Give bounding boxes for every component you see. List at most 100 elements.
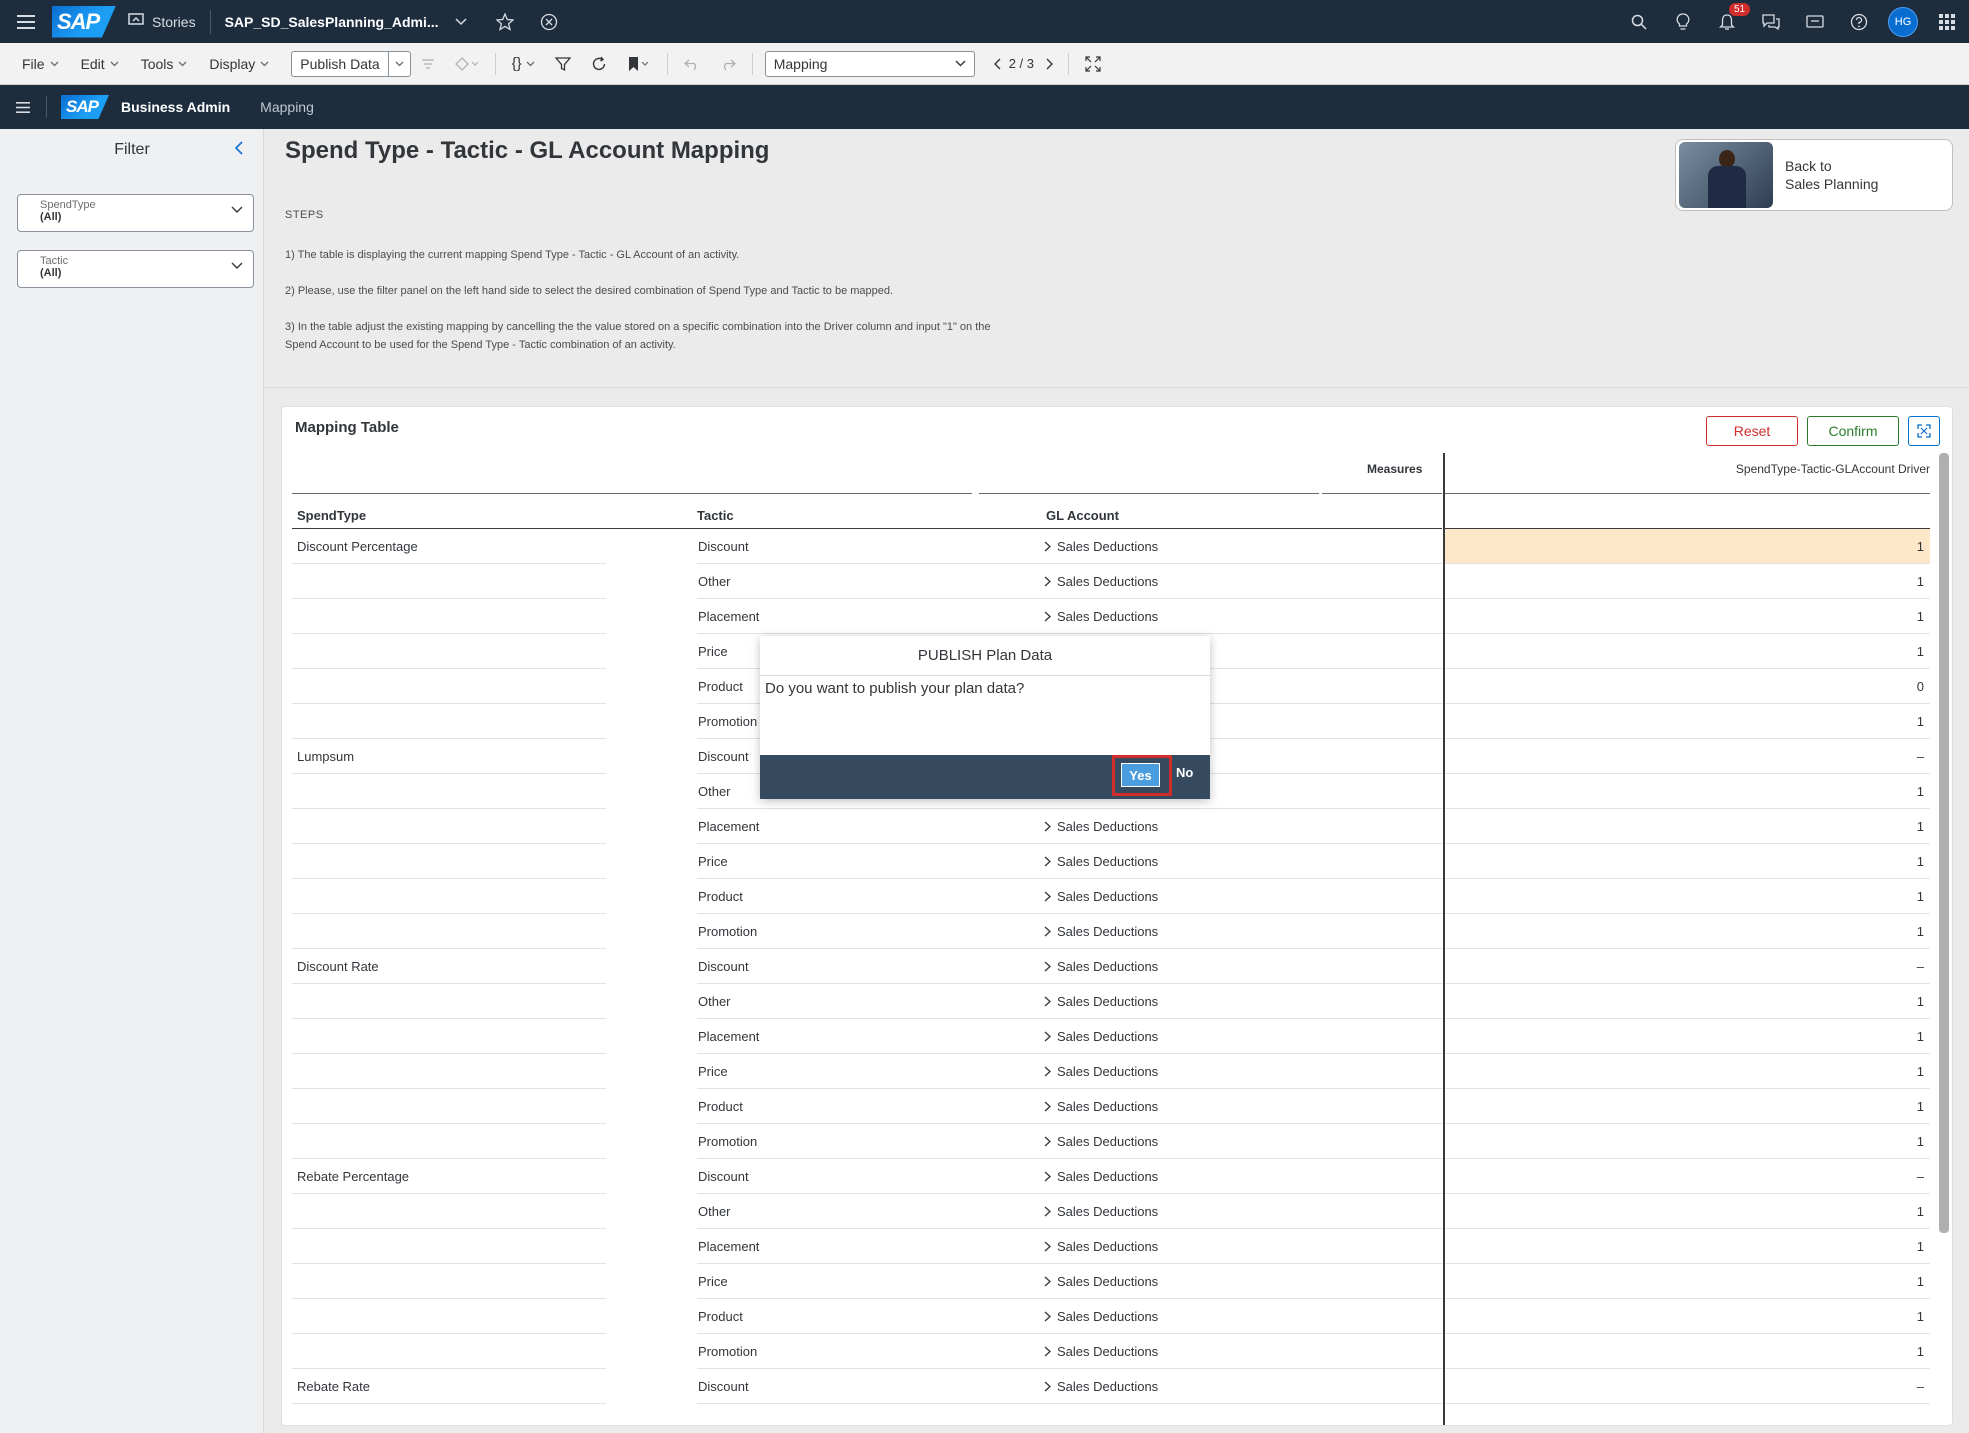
stories-link[interactable]: Stories: [128, 13, 196, 30]
gl-account-cell[interactable]: Sales Deductions: [1044, 1274, 1158, 1289]
favorite-star-icon[interactable]: [483, 0, 527, 43]
chevron-right-icon: [1044, 856, 1051, 867]
publish-data-button[interactable]: Publish Data: [291, 50, 389, 77]
expand-icon[interactable]: [1908, 416, 1940, 446]
tab-mapping[interactable]: Mapping: [260, 99, 314, 115]
next-page-icon[interactable]: [1046, 58, 1054, 70]
notifications-bell-icon[interactable]: 51: [1705, 0, 1751, 43]
close-story-icon[interactable]: [527, 0, 571, 43]
chevron-right-icon: [1044, 1346, 1051, 1357]
driver-value-cell[interactable]: 1: [1917, 784, 1924, 799]
driver-value-cell[interactable]: 1: [1917, 609, 1924, 624]
gl-account-cell[interactable]: Sales Deductions: [1044, 1064, 1158, 1079]
product-switch-grid-icon[interactable]: [1925, 0, 1969, 43]
gl-account-cell[interactable]: Sales Deductions: [1044, 994, 1158, 1009]
back-to-sales-planning-button[interactable]: Back to Sales Planning: [1675, 139, 1953, 211]
refresh-icon[interactable]: [591, 56, 607, 72]
edit-menu[interactable]: Edit: [81, 56, 119, 72]
gl-account-cell[interactable]: Sales Deductions: [1044, 1309, 1158, 1324]
gl-account-cell[interactable]: Sales Deductions: [1044, 609, 1158, 624]
driver-value-cell[interactable]: 1: [1917, 1029, 1924, 1044]
driver-value-cell[interactable]: 1: [1917, 1239, 1924, 1254]
feedback-icon[interactable]: [1793, 0, 1837, 43]
driver-value-cell[interactable]: 0: [1917, 679, 1924, 694]
driver-value-cell[interactable]: 1: [1917, 1064, 1924, 1079]
driver-value-cell[interactable]: 1: [1917, 1134, 1924, 1149]
spendtype-filter[interactable]: SpendType (All): [17, 194, 254, 232]
back-line-2: Sales Planning: [1785, 176, 1879, 192]
gl-account-cell[interactable]: Sales Deductions: [1044, 854, 1158, 869]
yes-button[interactable]: Yes: [1121, 763, 1160, 787]
previous-page-icon[interactable]: [993, 58, 1001, 70]
chevron-down-icon[interactable]: [439, 0, 483, 43]
gl-account-cell[interactable]: Sales Deductions: [1044, 924, 1158, 939]
publish-data-dropdown[interactable]: [388, 50, 411, 77]
gl-account-cell[interactable]: Sales Deductions: [1044, 1099, 1158, 1114]
app-menu-icon[interactable]: [16, 101, 30, 113]
driver-value-cell[interactable]: 1: [1917, 854, 1924, 869]
gl-account-cell[interactable]: Sales Deductions: [1044, 1029, 1158, 1044]
chevron-right-icon: [1044, 891, 1051, 902]
help-icon[interactable]: [1837, 0, 1881, 43]
driver-value-cell[interactable]: –: [1917, 959, 1924, 974]
table-row: Product Sales Deductions 1: [282, 1089, 1930, 1124]
driver-value-cell[interactable]: 1: [1917, 1204, 1924, 1219]
filter-value: (All): [40, 267, 62, 279]
filter-label: SpendType: [40, 199, 96, 211]
gl-account-cell[interactable]: Sales Deductions: [1044, 889, 1158, 904]
driver-value-cell[interactable]: 1: [1917, 1309, 1924, 1324]
gl-account-cell[interactable]: Sales Deductions: [1044, 1204, 1158, 1219]
steps-heading: STEPS: [285, 209, 324, 221]
driver-value-cell[interactable]: 1: [1917, 539, 1924, 554]
user-avatar[interactable]: HG: [1881, 0, 1925, 43]
driver-value-cell[interactable]: –: [1917, 1379, 1924, 1394]
page-selector-dropdown[interactable]: Mapping: [764, 50, 975, 77]
discussions-icon[interactable]: [1749, 0, 1793, 43]
gl-account-cell[interactable]: Sales Deductions: [1044, 1169, 1158, 1184]
gl-account-cell[interactable]: Sales Deductions: [1044, 819, 1158, 834]
gl-account-cell[interactable]: Sales Deductions: [1044, 1344, 1158, 1359]
app-title[interactable]: Business Admin: [121, 99, 230, 115]
row-divider: [697, 1403, 1442, 1404]
story-title[interactable]: SAP_SD_SalesPlanning_Admi...: [225, 14, 439, 30]
driver-value-cell[interactable]: 1: [1917, 924, 1924, 939]
gl-account-cell[interactable]: Sales Deductions: [1044, 574, 1158, 589]
gl-account-cell[interactable]: Sales Deductions: [1044, 539, 1158, 554]
driver-value-cell[interactable]: 1: [1917, 574, 1924, 589]
sap-logo[interactable]: SAP: [52, 5, 116, 38]
chevron-right-icon: [1044, 1066, 1051, 1077]
hamburger-menu-icon[interactable]: [0, 0, 52, 43]
chevron-down-icon: [110, 61, 119, 66]
collapse-panel-icon[interactable]: [234, 141, 244, 160]
driver-value-cell[interactable]: –: [1917, 749, 1924, 764]
vertical-scrollbar[interactable]: [1939, 453, 1949, 1233]
no-button[interactable]: No: [1176, 765, 1193, 780]
driver-value-cell[interactable]: 1: [1917, 1099, 1924, 1114]
reset-button[interactable]: Reset: [1706, 416, 1798, 446]
gl-account-cell[interactable]: Sales Deductions: [1044, 1379, 1158, 1394]
file-menu[interactable]: File: [22, 56, 59, 72]
lightbulb-icon[interactable]: [1661, 0, 1705, 43]
search-icon[interactable]: [1617, 0, 1661, 43]
gl-account-cell[interactable]: Sales Deductions: [1044, 1134, 1158, 1149]
braces-label: {}: [511, 55, 522, 72]
driver-value-cell[interactable]: 1: [1917, 644, 1924, 659]
filter-icon[interactable]: [554, 56, 571, 72]
driver-value-cell[interactable]: 1: [1917, 1344, 1924, 1359]
driver-value-cell[interactable]: 1: [1917, 1274, 1924, 1289]
formula-braces-icon[interactable]: {}: [512, 55, 535, 72]
tactic-filter[interactable]: Tactic (All): [17, 250, 254, 288]
gl-account-cell[interactable]: Sales Deductions: [1044, 959, 1158, 974]
tools-menu[interactable]: Tools: [141, 56, 188, 72]
driver-value-cell[interactable]: 1: [1917, 994, 1924, 1009]
gl-account-cell[interactable]: Sales Deductions: [1044, 1239, 1158, 1254]
display-menu[interactable]: Display: [209, 56, 269, 72]
driver-value-cell[interactable]: 1: [1917, 889, 1924, 904]
mapping-table-title: Mapping Table: [295, 419, 399, 436]
bookmark-icon[interactable]: [627, 56, 651, 72]
driver-value-cell[interactable]: –: [1917, 1169, 1924, 1184]
confirm-button[interactable]: Confirm: [1807, 416, 1899, 446]
driver-value-cell[interactable]: 1: [1917, 714, 1924, 729]
driver-value-cell[interactable]: 1: [1917, 819, 1924, 834]
fullscreen-icon[interactable]: [1085, 55, 1101, 72]
